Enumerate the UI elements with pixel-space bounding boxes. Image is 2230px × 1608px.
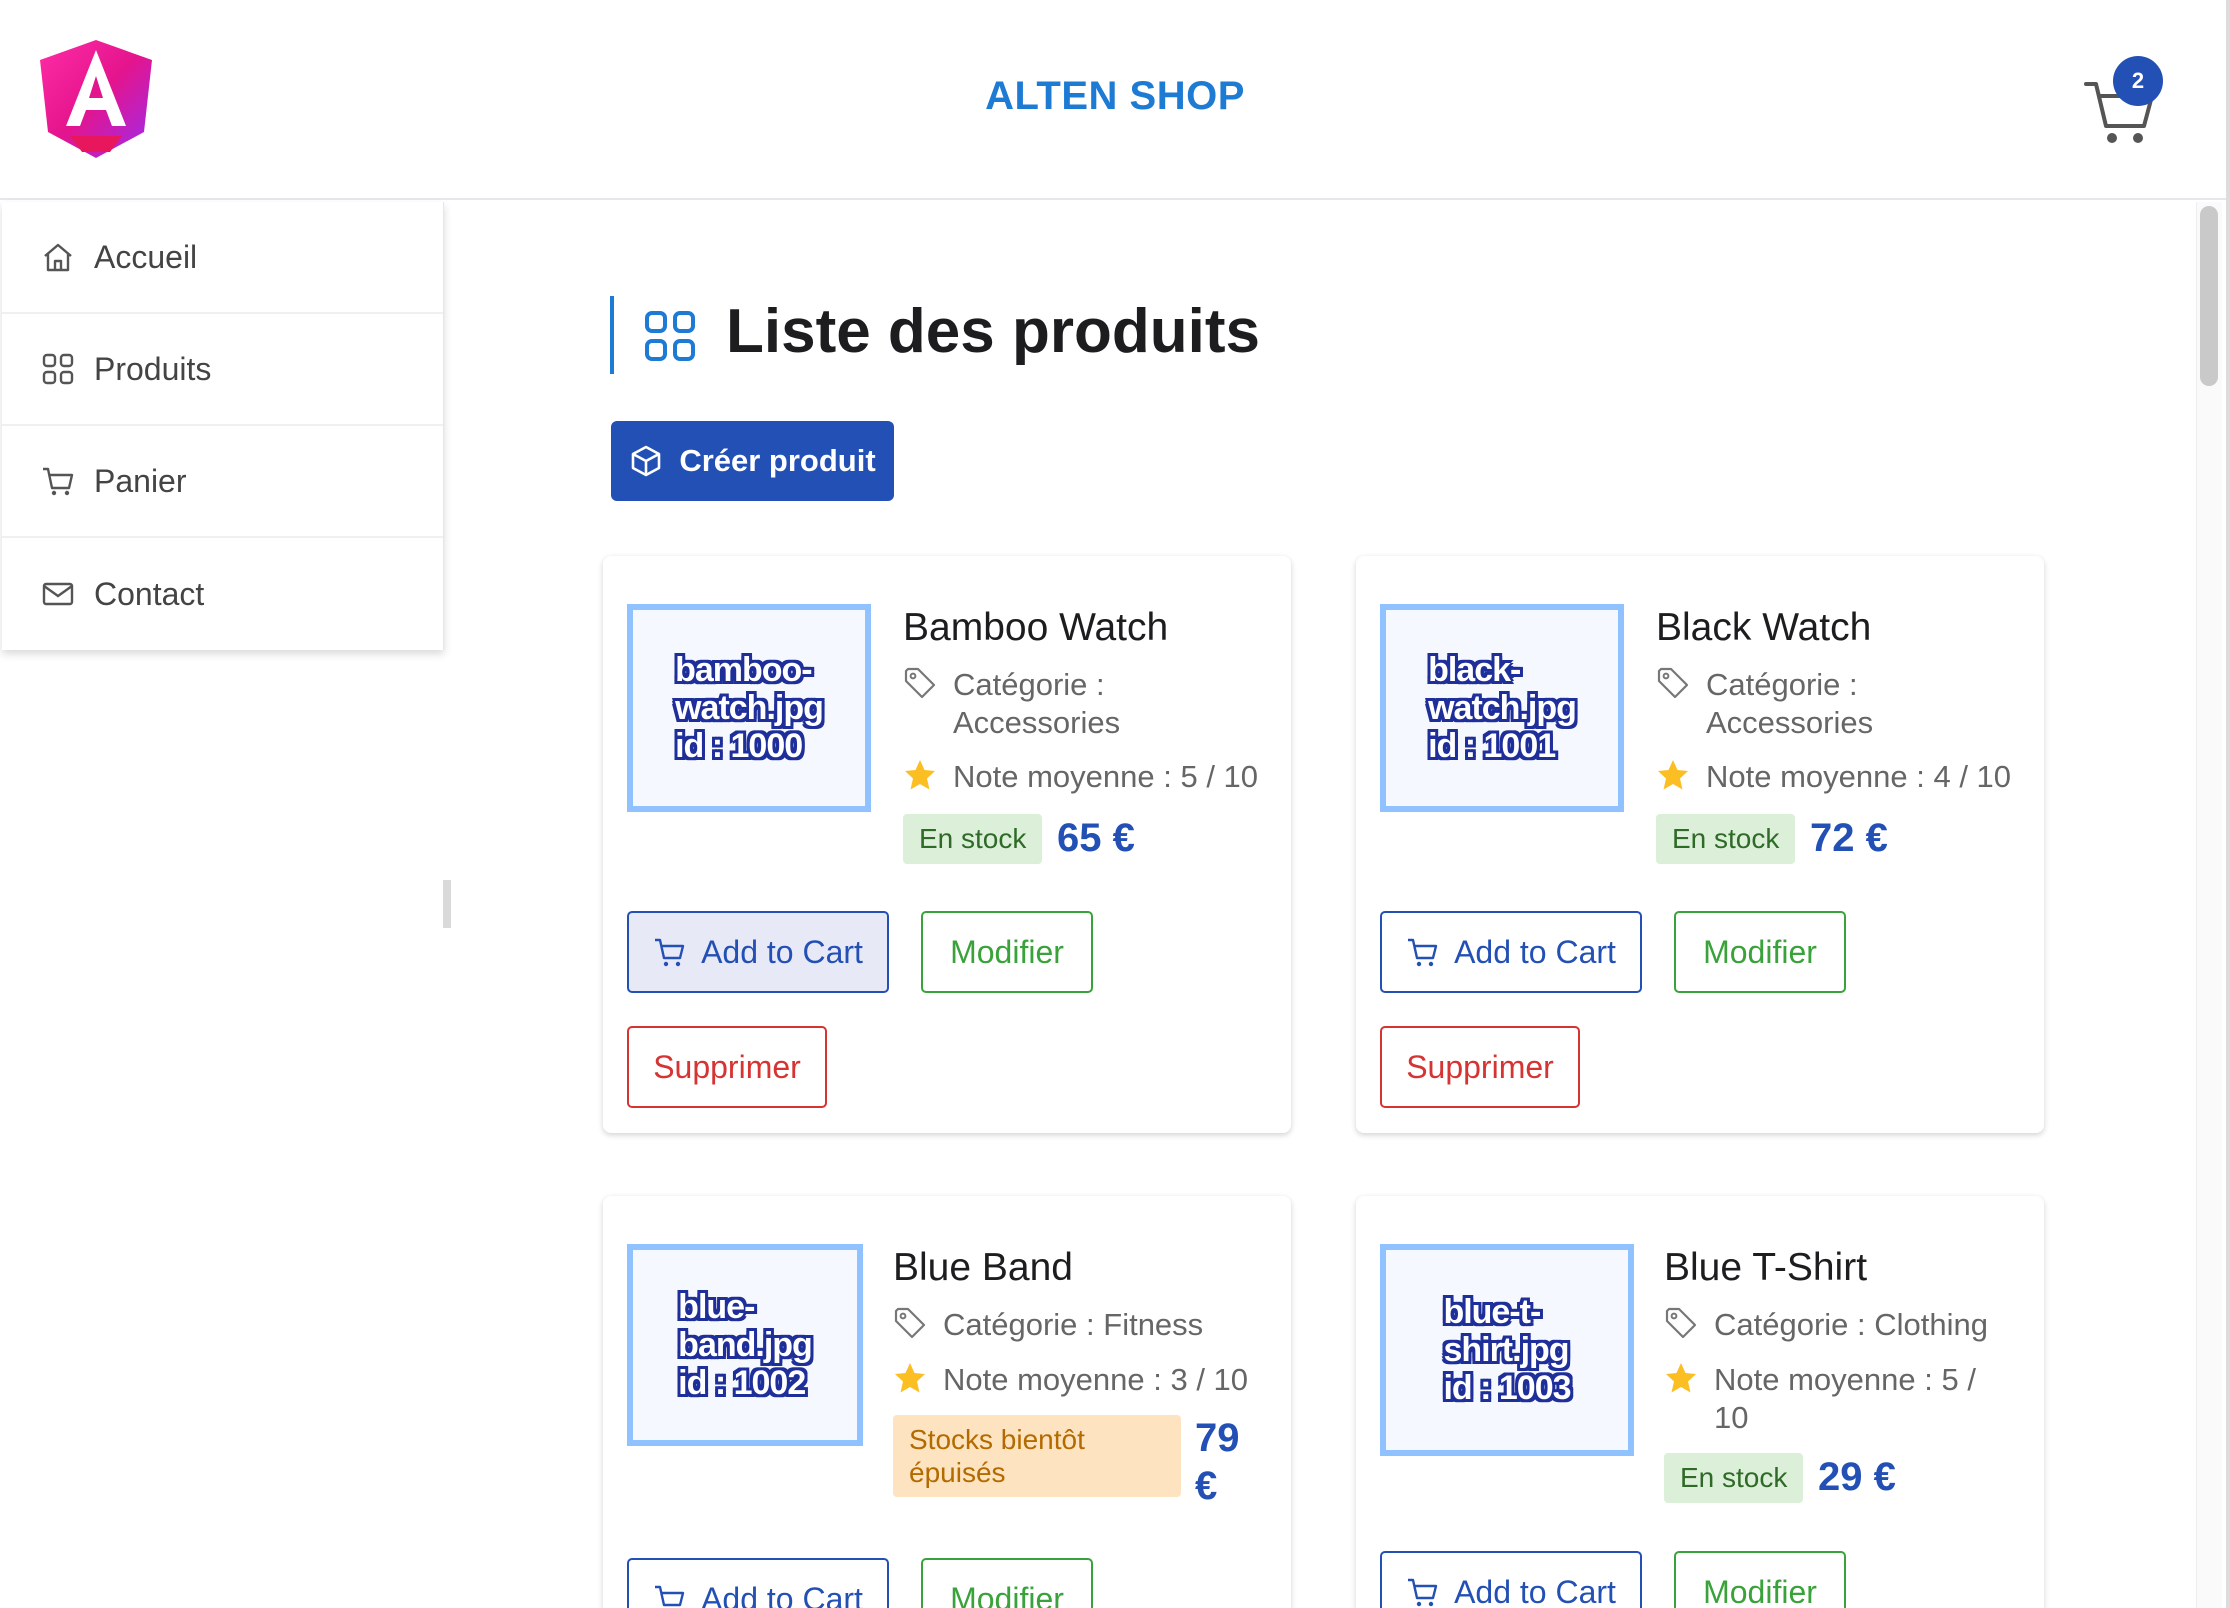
stock-badge: Stocks bientôt épuisés <box>893 1415 1181 1497</box>
product-image: black- watch.jpg id : 1001 <box>1380 604 1624 812</box>
scrollbar-thumb[interactable] <box>2200 206 2218 386</box>
add-to-cart-button[interactable]: Add to Cart <box>1380 1551 1642 1608</box>
box-icon <box>632 445 661 477</box>
cart-icon <box>1408 938 1438 967</box>
create-product-label: Créer produit <box>679 443 876 478</box>
product-price: 65 € <box>1057 816 1135 860</box>
sidebar-item-accueil[interactable]: Accueil <box>2 202 443 314</box>
stock-badge: En stock <box>903 814 1043 864</box>
product-price: 79 € <box>1195 1416 1240 1508</box>
product-category: Catégorie : Accessories <box>903 666 1120 742</box>
stock-badge: En stock <box>1664 1453 1804 1503</box>
product-price: 29 € <box>1818 1455 1896 1499</box>
add-to-cart-button[interactable]: Add to Cart <box>1380 911 1642 993</box>
product-image: bamboo- watch.jpg id : 1000 <box>627 604 871 812</box>
modify-button[interactable]: Modifier <box>1674 911 1846 993</box>
sidebar-item-label: Produits <box>94 350 212 387</box>
star-icon <box>1658 760 1688 790</box>
tag-icon <box>894 1307 926 1339</box>
star-icon <box>1666 1363 1696 1393</box>
tag-icon <box>904 667 936 699</box>
window-edge <box>2226 0 2230 1608</box>
app-header: ALTEN SHOP 2 <box>0 0 2230 200</box>
tag-icon <box>1665 1307 1697 1339</box>
modify-button[interactable]: Modifier <box>921 911 1093 993</box>
add-to-cart-button[interactable]: Add to Cart <box>627 911 889 993</box>
add-to-cart-button[interactable]: Add to Cart <box>627 1558 889 1608</box>
star-icon <box>905 760 935 790</box>
delete-button[interactable]: Supprimer <box>1380 1026 1580 1108</box>
sidebar-item-contact[interactable]: Contact <box>2 538 443 650</box>
modify-button[interactable]: Modifier <box>1674 1551 1846 1608</box>
product-image: blue- band.jpg id : 1002 <box>627 1244 863 1446</box>
cart-icon <box>655 1585 685 1607</box>
product-card: bamboo- watch.jpg id : 1000 Bamboo Watch… <box>603 556 1291 1133</box>
product-category: Catégorie : Accessories <box>1656 666 1873 742</box>
cart-count-badge: 2 <box>2113 56 2163 106</box>
product-price: 72 € <box>1810 816 1888 860</box>
product-rating: Note moyenne : 5 / 10 <box>903 758 1258 796</box>
grid-icon <box>645 311 695 361</box>
delete-button[interactable]: Supprimer <box>627 1026 827 1108</box>
product-category: Catégorie : Fitness <box>893 1306 1203 1344</box>
sidebar-item-label: Panier <box>94 462 187 499</box>
scrollbar-track[interactable] <box>2196 202 2222 1608</box>
sidebar: Accueil Produits Panier Contact <box>2 202 444 650</box>
product-rating: Note moyenne : 4 / 10 <box>1656 758 2011 796</box>
product-image: blue-t- shirt.jpg id : 1003 <box>1380 1244 1634 1456</box>
product-card: blue- band.jpg id : 1002 Blue Band Catég… <box>603 1196 1291 1608</box>
product-name: Blue Band <box>893 1246 1073 1289</box>
product-card: black- watch.jpg id : 1001 Black Watch C… <box>1356 556 2044 1133</box>
sidebar-item-label: Accueil <box>94 238 198 275</box>
sidebar-item-panier[interactable]: Panier <box>2 426 443 538</box>
create-product-button[interactable]: Créer produit <box>611 421 894 501</box>
sidebar-item-label: Contact <box>94 575 205 612</box>
cart-icon <box>655 938 685 967</box>
home-icon <box>44 243 72 272</box>
product-rating: Note moyenne : 5 / 10 <box>1664 1361 1976 1437</box>
grid-icon <box>42 353 74 385</box>
shop-title: ALTEN SHOP <box>985 74 1245 118</box>
stock-badge: En stock <box>1656 814 1796 864</box>
product-name: Blue T-Shirt <box>1664 1246 1868 1289</box>
star-icon <box>895 1363 925 1393</box>
modify-button[interactable]: Modifier <box>921 1558 1093 1608</box>
product-name: Black Watch <box>1656 606 1872 649</box>
sidebar-item-produits[interactable]: Produits <box>2 314 443 426</box>
cart-icon <box>1408 1578 1438 1607</box>
page-title: Liste des produits <box>726 297 1260 366</box>
product-category: Catégorie : Clothing <box>1664 1306 1988 1344</box>
sidebar-resize-handle[interactable] <box>443 880 451 928</box>
product-card: blue-t- shirt.jpg id : 1003 Blue T-Shirt… <box>1356 1196 2044 1608</box>
tag-icon <box>1657 667 1689 699</box>
title-accent-bar <box>610 296 614 374</box>
envelope-icon <box>42 582 74 606</box>
cart-icon <box>43 467 74 496</box>
product-name: Bamboo Watch <box>903 606 1169 649</box>
product-rating: Note moyenne : 3 / 10 <box>893 1361 1248 1399</box>
